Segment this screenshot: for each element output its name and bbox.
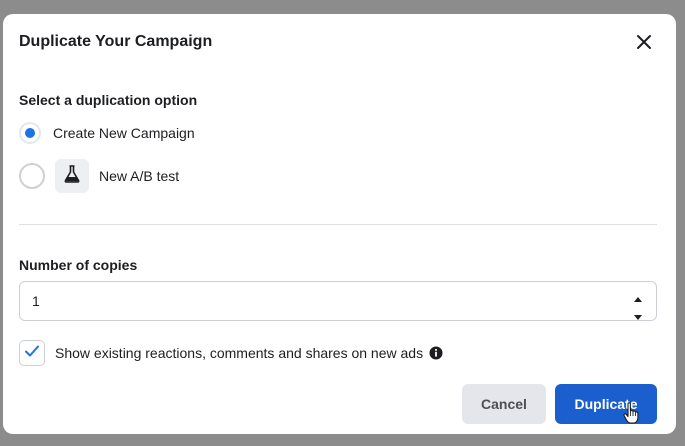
duplicate-campaign-dialog: Duplicate Your Campaign Select a duplica… xyxy=(3,14,676,434)
duplicate-button[interactable]: Duplicate xyxy=(555,384,657,424)
option-new-ab-test[interactable]: New A/B test xyxy=(19,159,179,193)
stepper-up-icon[interactable] xyxy=(633,290,643,308)
quantity-stepper[interactable] xyxy=(632,290,644,320)
number-of-copies-label: Number of copies xyxy=(19,257,138,273)
cancel-button[interactable]: Cancel xyxy=(462,384,546,424)
show-reactions-checkbox[interactable] xyxy=(19,340,45,366)
stepper-down-icon[interactable] xyxy=(633,308,643,326)
close-icon xyxy=(636,34,652,55)
radio-create-new-campaign[interactable] xyxy=(19,122,41,144)
checkmark-icon xyxy=(24,344,40,363)
show-reactions-label: Show existing reactions, comments and sh… xyxy=(55,345,424,361)
show-reactions-option[interactable]: Show existing reactions, comments and sh… xyxy=(19,340,443,366)
hand-pointer-cursor-icon xyxy=(623,402,639,424)
option-label: New A/B test xyxy=(99,168,180,184)
dialog-title: Duplicate Your Campaign xyxy=(19,33,213,50)
section-divider xyxy=(19,224,657,225)
close-button[interactable] xyxy=(630,30,658,58)
duplication-option-label: Select a duplication option xyxy=(19,92,198,108)
info-icon[interactable] xyxy=(429,346,443,360)
option-label: Create New Campaign xyxy=(53,125,195,141)
number-of-copies-input[interactable] xyxy=(32,282,592,320)
flask-icon xyxy=(64,164,80,188)
radio-selected-dot xyxy=(25,128,35,138)
number-of-copies-field[interactable] xyxy=(19,281,657,321)
option-create-new-campaign[interactable]: Create New Campaign xyxy=(19,122,195,144)
radio-new-ab-test[interactable] xyxy=(19,163,45,189)
ab-test-icon-box xyxy=(55,159,89,193)
